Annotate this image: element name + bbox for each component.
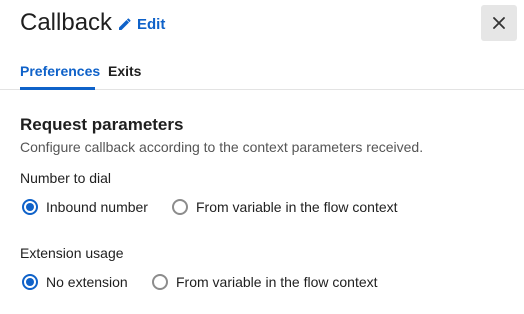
- radio-label: From variable in the flow context: [196, 199, 398, 215]
- section-description: Configure callback according to the cont…: [20, 139, 424, 155]
- close-button[interactable]: [481, 5, 517, 41]
- radio-no-extension[interactable]: No extension: [22, 274, 128, 290]
- active-tab-indicator: [20, 87, 95, 90]
- radio-checked-icon[interactable]: [22, 199, 38, 215]
- radio-label: Inbound number: [46, 199, 148, 215]
- tab-bar: Preferences Exits: [0, 60, 524, 90]
- radio-unchecked-icon[interactable]: [172, 199, 188, 215]
- number-to-dial-label: Number to dial: [20, 170, 112, 186]
- radio-unchecked-icon[interactable]: [152, 274, 168, 290]
- pencil-icon: [118, 17, 132, 31]
- radio-label: No extension: [46, 274, 128, 290]
- section-title: Request parameters: [20, 115, 184, 134]
- tab-exits[interactable]: Exits: [108, 63, 141, 79]
- radio-extension-from-variable[interactable]: From variable in the flow context: [152, 274, 378, 290]
- edit-label: Edit: [137, 15, 166, 33]
- edit-button[interactable]: Edit: [118, 14, 165, 34]
- close-icon: [493, 17, 505, 29]
- tab-preferences[interactable]: Preferences: [20, 63, 100, 79]
- radio-inbound-number[interactable]: Inbound number: [22, 199, 148, 215]
- panel-header: Callback Edit: [0, 0, 524, 50]
- extension-usage-label: Extension usage: [20, 245, 124, 261]
- radio-label: From variable in the flow context: [176, 274, 378, 290]
- radio-checked-icon[interactable]: [22, 274, 38, 290]
- radio-number-from-variable[interactable]: From variable in the flow context: [172, 199, 398, 215]
- page-title: Callback: [20, 9, 113, 36]
